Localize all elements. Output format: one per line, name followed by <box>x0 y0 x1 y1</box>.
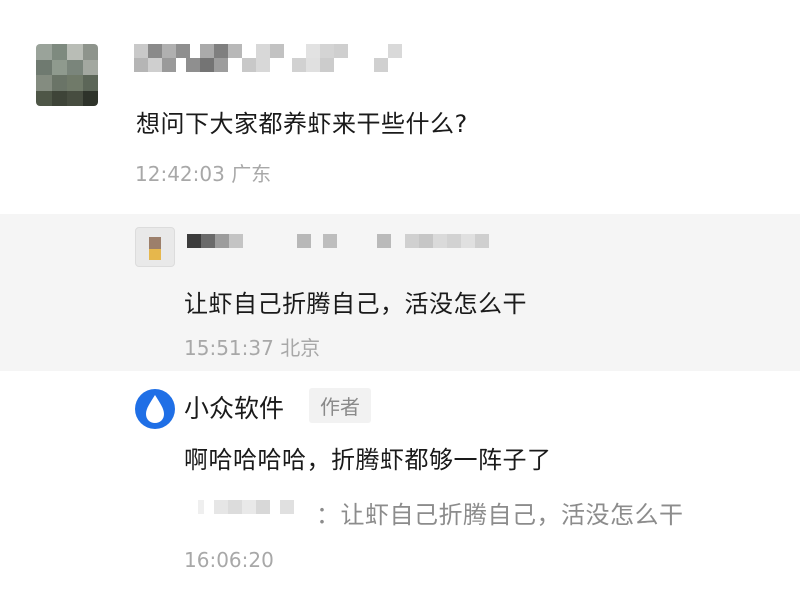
user-avatar[interactable] <box>36 44 98 106</box>
quote-separator: ： <box>316 501 341 529</box>
post-content: 想问下大家都养虾来干些什么? <box>136 110 468 138</box>
reply-content: 让虾自己折腾自己，活没怎么干 <box>184 290 527 318</box>
quote-content: 让虾自己折腾自己，活没怎么干 <box>340 501 684 529</box>
author-reply-content: 啊哈哈哈哈，折腾虾都够一阵子了 <box>184 446 552 474</box>
reply-time: 15:51:37 <box>184 336 274 360</box>
post-time: 12:42:03 <box>135 162 225 186</box>
blurred-username[interactable] <box>134 44 402 58</box>
blurred-reply-username[interactable] <box>187 234 489 248</box>
post-location: 广东 <box>231 162 272 186</box>
author-name[interactable]: 小众软件 <box>184 389 284 425</box>
reply-location: 北京 <box>280 336 321 360</box>
author-avatar[interactable] <box>135 389 175 429</box>
blurred-quoted-username <box>198 500 294 514</box>
reply-meta: 15:51:37 北京 <box>184 332 320 361</box>
author-reply-time: 16:06:20 <box>184 548 274 572</box>
reply-avatar[interactable] <box>135 227 175 267</box>
author-badge: 作者 <box>309 388 371 423</box>
quoted-reply: ：让虾自己折腾自己，活没怎么干 <box>316 495 684 530</box>
water-drop-icon <box>146 395 164 423</box>
post-meta: 12:42:03 广东 <box>135 158 271 187</box>
blurred-username-extra <box>134 58 388 72</box>
